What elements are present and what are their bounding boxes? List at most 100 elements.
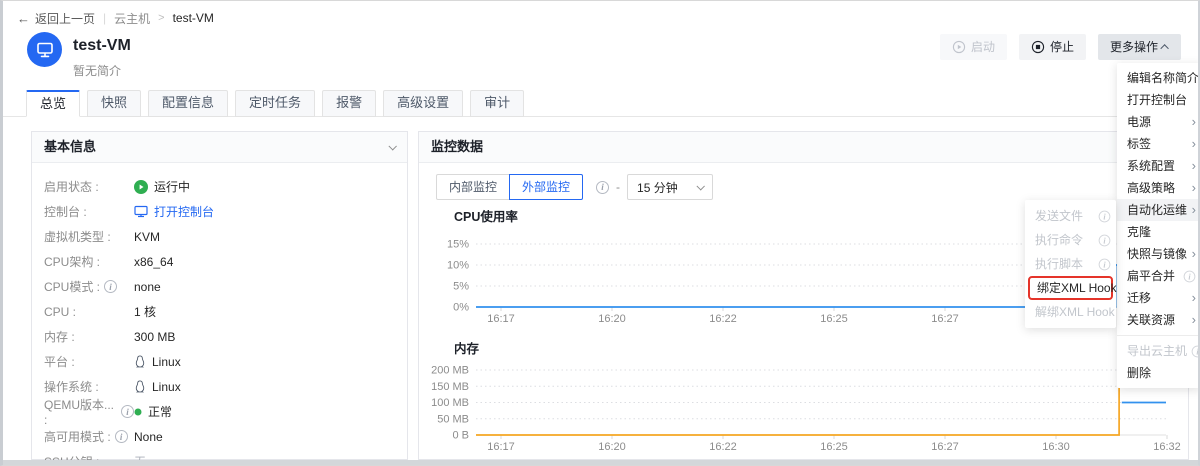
menu-item-label: 编辑名称简介 [1127, 67, 1199, 89]
menu-item-unbind-xml-hook: 解绑XML Hook [1025, 300, 1116, 324]
tab-alarm[interactable]: 报警 [322, 90, 376, 117]
menu-item-label: 克隆 [1127, 221, 1196, 243]
menu-item-label: 导出云主机 [1127, 340, 1187, 362]
breadcrumb-divider: | [103, 11, 106, 25]
info-icon[interactable]: i [1184, 270, 1196, 282]
automation-ops-submenu: 发送文件i执行命令i执行脚本i绑定XML Hook解绑XML Hook [1025, 200, 1116, 328]
info-icon[interactable]: i [1192, 345, 1200, 357]
menu-item-label: 执行命令 [1035, 228, 1094, 252]
menu-item-label: 执行脚本 [1035, 252, 1094, 276]
time-range-value: 15 分钟 [637, 179, 678, 196]
info-icon[interactable]: i [1099, 258, 1111, 270]
console-value[interactable]: 打开控制台 [134, 203, 214, 220]
tab-snapshot[interactable]: 快照 [87, 90, 141, 117]
info-row-cpu-mode: CPU模式 :inone [32, 274, 407, 299]
menu-item-advanced-policy[interactable]: 高级策略› [1117, 177, 1200, 199]
back-label: 返回上一页 [35, 10, 95, 27]
y-axis-label: 5% [453, 281, 469, 293]
caret-up-icon [1160, 44, 1168, 52]
page-title: test-VM [73, 37, 131, 55]
range-dash: - [616, 180, 620, 194]
time-range-select[interactable]: 15 分钟 [627, 174, 713, 200]
tab-audit[interactable]: 审计 [470, 90, 524, 117]
menu-item-system-config[interactable]: 系统配置› [1117, 155, 1200, 177]
tab-overview[interactable]: 总览 [26, 90, 80, 117]
tab-config-info[interactable]: 配置信息 [148, 90, 228, 117]
vm-type-label: 虚拟机类型 : [44, 228, 134, 245]
status-value: 运行中 [134, 178, 190, 195]
monitor-info-icon[interactable]: i [596, 181, 609, 194]
menu-item-automation-ops[interactable]: 自动化运维› [1117, 199, 1200, 221]
menu-item-label: 高级策略 [1127, 177, 1190, 199]
arrow-right-icon: › [1192, 287, 1196, 309]
info-icon[interactable]: i [1099, 234, 1111, 246]
info-icon[interactable]: i [121, 405, 134, 418]
menu-item-snapshot-image[interactable]: 快照与镜像› [1117, 243, 1200, 265]
ha-mode-label: 高可用模式 :i [44, 428, 134, 445]
menu-item-label: 打开控制台 [1127, 89, 1196, 111]
info-icon[interactable]: i [1099, 210, 1111, 222]
more-actions-button[interactable]: 更多操作 [1098, 34, 1181, 60]
info-icon[interactable]: i [104, 280, 117, 293]
platform-value: Linux [134, 355, 181, 369]
chevron-down-icon[interactable] [388, 142, 396, 150]
menu-item-flatten-merge[interactable]: 扁平合并i [1117, 265, 1200, 287]
vm-avatar [27, 32, 62, 67]
memory-chart-title: 内存 [454, 338, 479, 357]
back-link[interactable]: ← 返回上一页 [17, 10, 95, 27]
internal-monitor-button[interactable]: 内部监控 [436, 174, 510, 200]
menu-item-tags[interactable]: 标签› [1117, 133, 1200, 155]
x-axis-label: 16:25 [820, 441, 848, 453]
running-status-icon [134, 180, 148, 194]
arrow-right-icon: › [1192, 111, 1196, 133]
x-axis-label: 16:27 [931, 313, 959, 325]
arrow-right-icon: › [1192, 177, 1196, 199]
console-label: 控制台 : [44, 203, 134, 220]
menu-item-related-resources[interactable]: 关联资源› [1117, 309, 1200, 331]
tab-scheduled-task[interactable]: 定时任务 [235, 90, 315, 117]
monitor-header: 监控数据 [419, 132, 1188, 163]
info-icon[interactable]: i [115, 430, 128, 443]
cpu-label: CPU : [44, 305, 134, 319]
arrow-right-icon: › [1192, 243, 1196, 265]
y-axis-label: 0% [453, 302, 469, 314]
menu-item-clone[interactable]: 克隆 [1117, 221, 1200, 243]
cpu-mode-value: none [134, 280, 161, 294]
more-actions-menu: 编辑名称简介打开控制台电源›标签›系统配置›高级策略›自动化运维›克隆快照与镜像… [1117, 63, 1200, 388]
breadcrumb: ← 返回上一页 | 云主机 > test-VM [17, 9, 214, 27]
menu-item-migrate[interactable]: 迁移› [1117, 287, 1200, 309]
y-axis-label: 15% [447, 239, 469, 251]
basic-info-title: 基本信息 [44, 132, 96, 162]
x-axis-label: 16:27 [931, 441, 959, 453]
external-monitor-button[interactable]: 外部监控 [509, 174, 583, 200]
tab-advanced-settings[interactable]: 高级设置 [383, 90, 463, 117]
breadcrumb-root[interactable]: 云主机 [114, 10, 150, 27]
menu-item-edit-name[interactable]: 编辑名称简介 [1117, 67, 1200, 89]
arrow-right-icon: › [1192, 155, 1196, 177]
breadcrumb-current: test-VM [173, 11, 214, 25]
memory-chart: 0 B50 MB100 MB150 MB200 MB16:1716:2016:2… [419, 356, 1190, 466]
tab-bar: 总览快照配置信息定时任务报警高级设置审计 [26, 90, 524, 117]
menu-item-label: 电源 [1127, 111, 1190, 133]
cpu-arch-value: x86_64 [134, 255, 173, 269]
horizontal-scrollbar[interactable] [3, 460, 1198, 465]
menu-item-label: 快照与镜像 [1127, 243, 1190, 265]
menu-divider [1117, 335, 1200, 336]
menu-item-open-console[interactable]: 打开控制台 [1117, 89, 1200, 111]
y-axis-label: 0 B [452, 430, 469, 442]
info-row-status: 启用状态 :运行中 [32, 174, 407, 199]
stop-button[interactable]: 停止 [1019, 34, 1086, 60]
menu-item-label: 系统配置 [1127, 155, 1190, 177]
start-button: 启动 [940, 34, 1007, 60]
menu-item-label: 删除 [1127, 362, 1196, 384]
basic-info-panel: 基本信息 启用状态 :运行中控制台 :打开控制台虚拟机类型 :KVMCPU架构 … [31, 131, 408, 460]
menu-item-bind-xml-hook[interactable]: 绑定XML Hook [1028, 276, 1113, 300]
arrow-right-icon: › [1192, 133, 1196, 155]
basic-info-header: 基本信息 [32, 132, 407, 163]
basic-info-rows: 启用状态 :运行中控制台 :打开控制台虚拟机类型 :KVMCPU架构 :x86_… [32, 163, 407, 466]
menu-item-delete[interactable]: 删除 [1117, 362, 1200, 384]
menu-item-power[interactable]: 电源› [1117, 111, 1200, 133]
breadcrumb-separator-icon: > [158, 12, 164, 24]
y-axis-label: 150 MB [431, 381, 469, 393]
info-row-platform: 平台 :Linux [32, 349, 407, 374]
